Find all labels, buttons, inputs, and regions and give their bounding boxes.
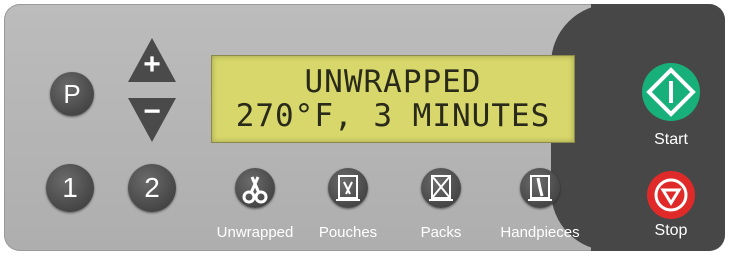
- pouches-label: Pouches: [318, 224, 378, 241]
- handpieces-label: Handpieces: [500, 224, 580, 241]
- start-label: Start: [654, 131, 688, 148]
- handpiece-icon: [520, 168, 560, 208]
- decrease-label: −: [143, 95, 161, 128]
- stop-icon: [647, 171, 695, 219]
- packs-label: Packs: [420, 224, 462, 241]
- preset-1-label: 1: [62, 172, 78, 203]
- pouch-icon: [328, 168, 368, 208]
- unwrapped-button[interactable]: Unwrapped: [208, 168, 302, 244]
- program-button-label: P: [63, 79, 81, 109]
- stop-label: Stop: [654, 222, 688, 239]
- stop-button[interactable]: Stop: [633, 170, 709, 246]
- pouches-button[interactable]: Pouches: [308, 168, 388, 244]
- unwrapped-label: Unwrapped: [216, 224, 294, 241]
- program-button[interactable]: P: [50, 72, 94, 116]
- packs-button[interactable]: Packs: [404, 168, 478, 244]
- lcd-display: UNWRAPPED 270°F, 3 MINUTES: [211, 55, 575, 143]
- decrease-button[interactable]: −: [126, 96, 178, 144]
- pack-icon: [421, 168, 461, 208]
- lcd-line-2: 270°F, 3 MINUTES: [235, 98, 551, 134]
- handpieces-button[interactable]: Handpieces: [490, 168, 590, 244]
- increase-label: +: [143, 48, 161, 81]
- start-button[interactable]: Start: [633, 62, 709, 152]
- lcd-line-1: UNWRAPPED: [304, 64, 482, 100]
- start-icon: [642, 63, 700, 121]
- preset-2-button[interactable]: 2: [128, 164, 176, 212]
- scissors-icon: [235, 168, 275, 208]
- preset-1-button[interactable]: 1: [46, 164, 94, 212]
- preset-2-label: 2: [144, 172, 160, 203]
- increase-button[interactable]: +: [126, 36, 178, 84]
